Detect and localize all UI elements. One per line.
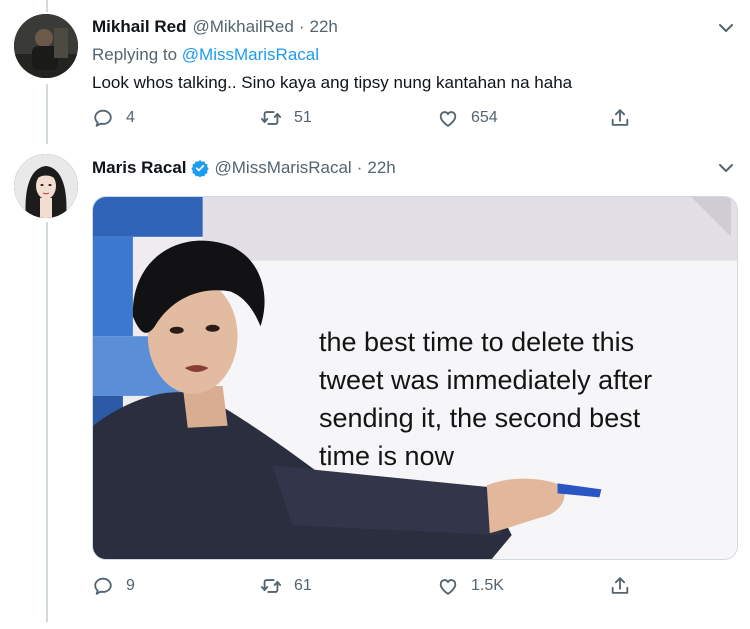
avatar[interactable]	[14, 154, 78, 218]
share-icon	[611, 109, 629, 126]
reply-count: 9	[126, 577, 135, 594]
like-count: 654	[471, 109, 498, 126]
timestamp[interactable]: 22h	[310, 16, 338, 38]
tweet-header: Mikhail Red @MikhailRed · 22h	[92, 16, 338, 38]
action-bar: 9 61 1.5K	[92, 575, 652, 599]
tweet-media-image[interactable]: the best time to delete this tweet was i…	[92, 196, 738, 560]
separator: ·	[356, 158, 363, 177]
reply-icon	[94, 109, 112, 127]
handle[interactable]: @MikhailRed	[192, 16, 293, 38]
retweet-button[interactable]: 51	[260, 107, 312, 129]
tweet-header: Maris Racal @MissMarisRacal · 22h	[92, 157, 396, 179]
verified-badge-icon	[190, 160, 209, 177]
display-name[interactable]: Maris Racal	[92, 157, 187, 179]
reply-button[interactable]: 9	[92, 575, 135, 597]
tweet-text: Look whos talking.. Sino kaya ang tipsy …	[92, 73, 573, 92]
reply-count: 4	[126, 109, 135, 126]
replying-to: Replying to @MissMarisRacal	[92, 45, 319, 65]
retweet-icon	[260, 111, 282, 125]
like-button[interactable]: 654	[437, 107, 498, 129]
retweet-count: 51	[294, 109, 312, 126]
share-button[interactable]	[609, 575, 643, 597]
meme-caption-line: time is now	[319, 441, 455, 471]
retweet-icon	[260, 579, 282, 593]
like-icon	[439, 111, 457, 127]
handle[interactable]: @MissMarisRacal	[215, 157, 352, 179]
meme-caption-line: sending it, the second best	[319, 403, 641, 433]
timestamp[interactable]: 22h	[367, 157, 395, 179]
share-icon	[611, 577, 629, 594]
replying-prefix: Replying to	[92, 45, 178, 64]
meme-caption-line: the best time to delete this	[319, 327, 635, 357]
retweet-button[interactable]: 61	[260, 575, 312, 597]
reply-button[interactable]: 4	[92, 107, 135, 129]
avatar[interactable]	[14, 14, 78, 78]
like-icon	[439, 579, 457, 595]
tweet-mikhail-red[interactable]: Mikhail Red @MikhailRed · 22h Replying t…	[0, 0, 750, 150]
meme-caption-line: tweet was immediately after	[319, 365, 653, 395]
meme-caption: the best time to delete this tweet was i…	[319, 323, 729, 475]
like-button[interactable]: 1.5K	[437, 575, 504, 597]
like-count: 1.5K	[471, 577, 504, 594]
replying-mention-link[interactable]: @MissMarisRacal	[182, 45, 319, 64]
reply-icon	[94, 577, 112, 595]
chevron-down-icon[interactable]	[716, 158, 736, 178]
chevron-down-icon[interactable]	[716, 18, 736, 38]
separator: ·	[298, 17, 305, 36]
action-bar: 4 51 654	[92, 107, 652, 131]
display-name[interactable]: Mikhail Red	[92, 16, 186, 38]
retweet-count: 61	[294, 577, 312, 594]
share-button[interactable]	[609, 107, 643, 129]
